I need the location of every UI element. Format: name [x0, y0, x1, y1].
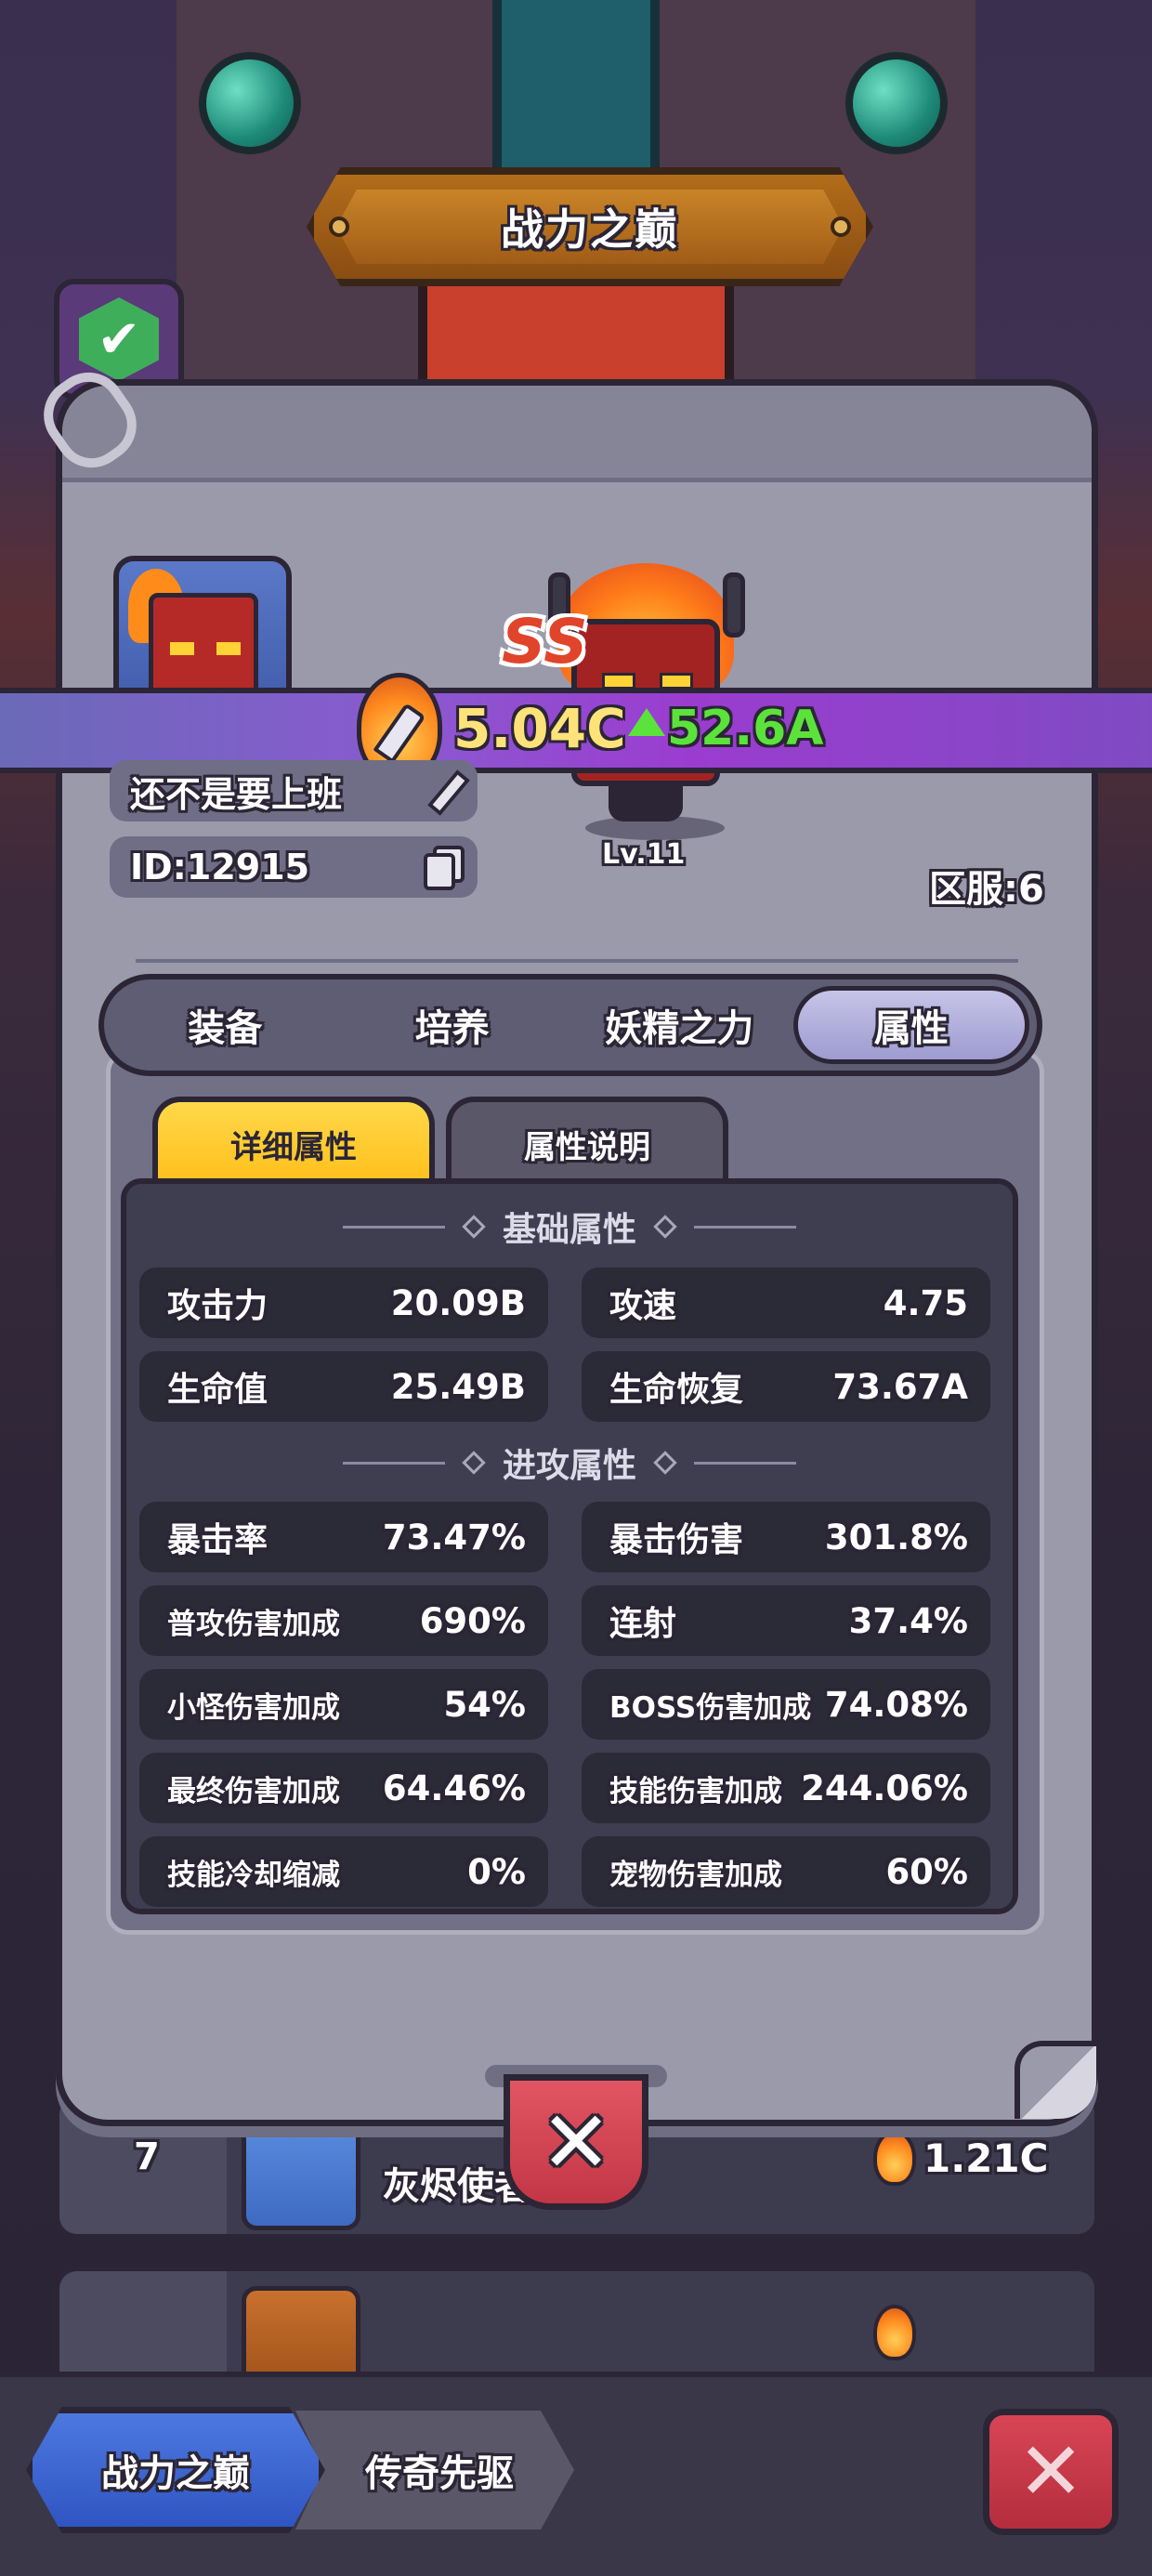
arrow-up-icon: [628, 708, 665, 736]
close-icon: ✕: [1016, 2425, 1085, 2518]
section-header-basic: 基础属性: [126, 1203, 1013, 1251]
stat-row: 连射 37.4%: [582, 1585, 990, 1656]
copy-icon[interactable]: [422, 844, 468, 890]
stat-name: 宠物伤害加成: [609, 1858, 782, 1892]
player-id: ID:12915: [130, 847, 310, 887]
stat-name: 暴击率: [167, 1521, 268, 1559]
stat-value: 54%: [443, 1684, 526, 1725]
tab-bar: 装备 培养 妖精之力 属性: [98, 974, 1042, 1076]
stat-row: 暴击率 73.47%: [139, 1502, 548, 1572]
stat-value: 64.46%: [382, 1768, 526, 1808]
close-button[interactable]: ✕: [504, 2074, 648, 2210]
power-value: 5.04C: [453, 697, 626, 760]
stat-value: 37.4%: [848, 1600, 968, 1641]
tab-legendary-pioneer[interactable]: 传奇先驱: [295, 2411, 574, 2530]
avatar: [242, 2111, 360, 2230]
server-label: 区服:6: [929, 868, 1044, 911]
stat-name: 暴击伤害: [609, 1521, 744, 1559]
background-orb-right: [845, 52, 948, 154]
list-item-power: 1.21C: [923, 2136, 1049, 2181]
stat-row: 攻速 4.75: [582, 1268, 990, 1338]
stat-name: 生命值: [167, 1371, 268, 1409]
stat-row: 生命恢复 73.67A: [582, 1351, 990, 1422]
check-icon: ✔: [79, 297, 159, 381]
stat-value: 73.47%: [382, 1517, 526, 1557]
background-window: [492, 0, 660, 186]
stat-row: 技能伤害加成 244.06%: [582, 1753, 990, 1823]
title-banner: 战力之巅: [307, 167, 873, 286]
level-label: Lv.11: [602, 838, 686, 871]
stat-row: 暴击伤害 301.8%: [582, 1502, 990, 1572]
pencil-icon[interactable]: [422, 768, 470, 816]
stat-name: 小怪伤害加成: [167, 1690, 340, 1725]
fire-sword-icon: [873, 2305, 916, 2360]
stat-name: 连射: [609, 1605, 677, 1643]
stat-value: 4.75: [883, 1282, 968, 1323]
stat-value: 244.06%: [801, 1768, 968, 1808]
stat-row: 小怪伤害加成 54%: [139, 1669, 548, 1740]
tab-power-peak[interactable]: 战力之巅: [26, 2407, 325, 2533]
stat-name: 最终伤害加成: [167, 1774, 340, 1808]
power-increase: 52.6A: [667, 701, 824, 756]
stat-name: 技能冷却缩减: [167, 1858, 340, 1892]
list-item-rank: 7: [134, 2136, 160, 2178]
stat-value: 690%: [419, 1600, 526, 1641]
stat-name: 攻速: [609, 1287, 677, 1325]
stat-name: BOSS伤害加成: [609, 1690, 812, 1725]
stat-name: 普攻伤害加成: [167, 1607, 340, 1641]
stat-value: 73.67A: [832, 1366, 968, 1407]
tab-attributes[interactable]: 属性: [792, 986, 1029, 1064]
page-curl-icon: [1015, 2041, 1096, 2119]
sub-tab-attribute-explanation[interactable]: 属性说明: [446, 1097, 728, 1186]
sub-tab-detailed-attributes[interactable]: 详细属性: [152, 1097, 435, 1186]
fire-sword-icon: [873, 2130, 916, 2186]
stat-row: 攻击力 20.09B: [139, 1268, 548, 1338]
stat-row: 生命值 25.49B: [139, 1351, 548, 1422]
section-title: 基础属性: [502, 1211, 636, 1249]
stat-value: 25.49B: [390, 1366, 526, 1407]
rank-grade-badge: SS: [502, 606, 588, 677]
stat-row: BOSS伤害加成 74.08%: [582, 1669, 990, 1740]
stat-value: 60%: [885, 1851, 968, 1892]
page-title: 战力之巅: [501, 204, 679, 255]
section-title: 进攻属性: [502, 1447, 636, 1485]
player-name-field: 还不是要上班: [110, 760, 478, 821]
stat-name: 生命恢复: [609, 1371, 744, 1409]
stat-row: 普攻伤害加成 690%: [139, 1585, 548, 1656]
section-header-offense: 进攻属性: [126, 1439, 1013, 1487]
close-button[interactable]: ✕: [983, 2409, 1119, 2535]
stat-value: 301.8%: [824, 1517, 968, 1557]
divider: [136, 959, 1018, 963]
stat-value: 74.08%: [824, 1684, 968, 1725]
tab-fairy-power[interactable]: 妖精之力: [566, 986, 793, 1064]
stat-value: 20.09B: [390, 1282, 526, 1323]
stats-panel: 基础属性 攻击力 20.09B 攻速 4.75 生命值 25.49B 生命恢复 …: [121, 1178, 1018, 1914]
stat-row: 宠物伤害加成 60%: [582, 1836, 990, 1907]
player-id-field: ID:12915: [110, 836, 478, 898]
tab-training[interactable]: 培养: [339, 986, 567, 1064]
player-name: 还不是要上班: [130, 773, 343, 815]
stat-row: 最终伤害加成 64.46%: [139, 1753, 548, 1823]
stat-value: 0%: [467, 1851, 526, 1892]
close-icon: ✕: [540, 2092, 612, 2192]
stat-name: 技能伤害加成: [609, 1774, 782, 1808]
stat-name: 攻击力: [167, 1287, 268, 1325]
stat-row: 技能冷却缩减 0%: [139, 1836, 548, 1907]
tab-equipment[interactable]: 装备: [111, 986, 339, 1064]
background-orb-left: [199, 52, 301, 154]
